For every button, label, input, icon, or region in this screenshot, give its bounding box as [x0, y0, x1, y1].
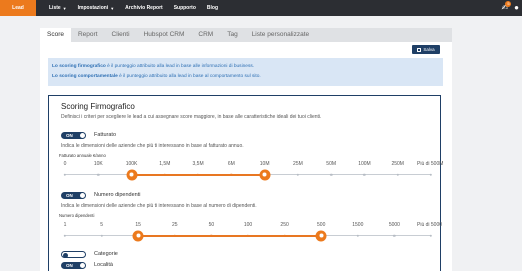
fatturato-label: Fatturato	[94, 132, 117, 138]
slider-min-handle[interactable]	[132, 230, 144, 241]
localita-toggle[interactable]: ON	[61, 262, 86, 269]
slider-max-handle[interactable]	[315, 230, 327, 241]
fatturato-slider-title: Fatturato annuale €/anno	[59, 153, 106, 158]
slider-selected-range	[138, 234, 322, 237]
toggle-label: ON	[66, 263, 73, 268]
info-term: Lo scoring comportamentale	[52, 74, 118, 79]
categorie-toggle[interactable]	[61, 251, 86, 258]
toggle-label: ON	[66, 193, 73, 198]
dipendenti-toggle[interactable]: ON	[61, 192, 86, 199]
nav-item-archivio-report[interactable]: Archivio Report	[125, 5, 163, 11]
slider-tick-label: 100	[243, 222, 253, 228]
tab-hubspot-crm[interactable]: Hubspot CRM	[137, 28, 192, 42]
toggle-knob	[80, 263, 85, 268]
toggle-knob	[80, 193, 85, 198]
categorie-label: Categorie	[94, 251, 118, 257]
tab-score[interactable]: Score	[40, 28, 71, 42]
slider-tick-label: 1	[63, 222, 67, 228]
localita-label: Località	[94, 262, 113, 268]
nav-item-label: Supporto	[173, 5, 196, 11]
toggle-label: ON	[66, 133, 73, 138]
notification-badge: 5	[505, 1, 512, 7]
slider-tick-label: 50M	[326, 161, 337, 167]
nav-item-supporto[interactable]: Supporto	[174, 5, 196, 11]
caret-down-icon: ▼	[62, 5, 67, 11]
slider-tick-label: 100M	[358, 161, 371, 167]
scoring-firmografico-card: Scoring Firmografico Definisci i criteri…	[48, 95, 444, 271]
fatturato-description: Indica le dimensioni delle aziende che p…	[61, 143, 244, 149]
save-button[interactable]: Salva	[412, 45, 440, 54]
slider-tick-label: 250	[280, 222, 289, 228]
nav-item-liste[interactable]: Liste ▼	[49, 5, 67, 11]
nav-item-label: Liste	[49, 5, 61, 11]
slider-tick-label: 0	[63, 161, 67, 167]
nav-item-impostazioni[interactable]: Impostazioni ▼	[78, 5, 115, 11]
info-line-comportamentale: Lo scoring comportamentale è il punteggi…	[52, 72, 439, 82]
tab-liste-personalizzate[interactable]: Liste personalizzate	[245, 28, 316, 42]
slider-tick-label: 250M	[391, 161, 404, 167]
nav-item-label: Blog	[206, 5, 219, 11]
tab-clienti[interactable]: Clienti	[105, 28, 137, 42]
dipendenti-description: Indica le dimensioni delle aziende che p…	[61, 203, 257, 209]
slider-tick-label: 10K	[93, 161, 103, 167]
slider-step-dot[interactable]	[429, 173, 433, 176]
slider-step-dot[interactable]	[429, 234, 433, 237]
card-subtitle: Definisci i criteri per scegliere le lea…	[61, 114, 322, 120]
tab-tag[interactable]: Tag	[220, 28, 244, 42]
info-term: Lo scoring firmografico	[52, 64, 106, 69]
save-button-label: Salva	[423, 47, 435, 52]
tab-bar: Score Report Clienti Hubspot CRM CRM Tag…	[40, 28, 452, 42]
toggle-knob	[63, 252, 68, 258]
toggle-knob	[80, 133, 85, 138]
slider-tick-label: 25	[172, 222, 178, 228]
slider-max-handle[interactable]	[259, 169, 271, 180]
slider-tick-label: 500	[317, 222, 326, 228]
user-menu-icon[interactable]: ●	[514, 4, 519, 12]
slider-tick-label: 25M	[293, 161, 303, 167]
slider-tick-label: Più di 500M	[417, 161, 444, 167]
slider-tick-label: 5000	[388, 222, 400, 228]
info-line-firmografico: Lo scoring firmografico è il punteggio a…	[52, 62, 439, 72]
top-nav: Lead Liste ▼ Impostazioni ▼ Archivio Rep…	[0, 0, 522, 16]
tab-report[interactable]: Report	[71, 28, 105, 42]
slider-tick-label: 100K	[125, 161, 138, 167]
info-box: Lo scoring firmografico è il punteggio a…	[48, 58, 443, 86]
info-text: è il punteggio attribuito alla lead in b…	[117, 74, 261, 79]
slider-tick-label: Più di 5000	[417, 222, 443, 228]
fatturato-toggle[interactable]: ON	[61, 132, 86, 139]
slider-tick-label: 6M	[227, 161, 235, 167]
slider-tick-label: 10M	[259, 161, 270, 167]
slider-tick-label: 5	[100, 222, 103, 228]
tab-crm[interactable]: CRM	[191, 28, 220, 42]
caret-down-icon: ▼	[110, 5, 115, 11]
slider-tick-label: 15	[135, 222, 141, 228]
dipendenti-slider-title: Numero dipendenti	[59, 213, 95, 218]
save-icon	[417, 47, 422, 52]
nav-brand-lead[interactable]: Lead	[0, 0, 36, 16]
card-title: Scoring Firmografico	[61, 102, 135, 111]
slider-tick-label: 1,5M	[159, 161, 171, 167]
slider-tick-label: 1500	[352, 222, 364, 228]
slider-tick-label: 3,5M	[192, 161, 204, 167]
nav-item-label: Impostazioni	[77, 5, 109, 11]
slider-tick-label: 50	[208, 222, 215, 228]
nav-item-label: Archivio Report	[125, 5, 163, 11]
nav-item-blog[interactable]: Blog	[207, 5, 218, 11]
info-text: è il punteggio attribuito alla lead in b…	[105, 64, 255, 69]
notifications-button[interactable]: ✍ 5	[501, 1, 512, 12]
dipendenti-label: Numero dipendenti	[94, 192, 141, 198]
slider-min-handle[interactable]	[126, 169, 138, 180]
